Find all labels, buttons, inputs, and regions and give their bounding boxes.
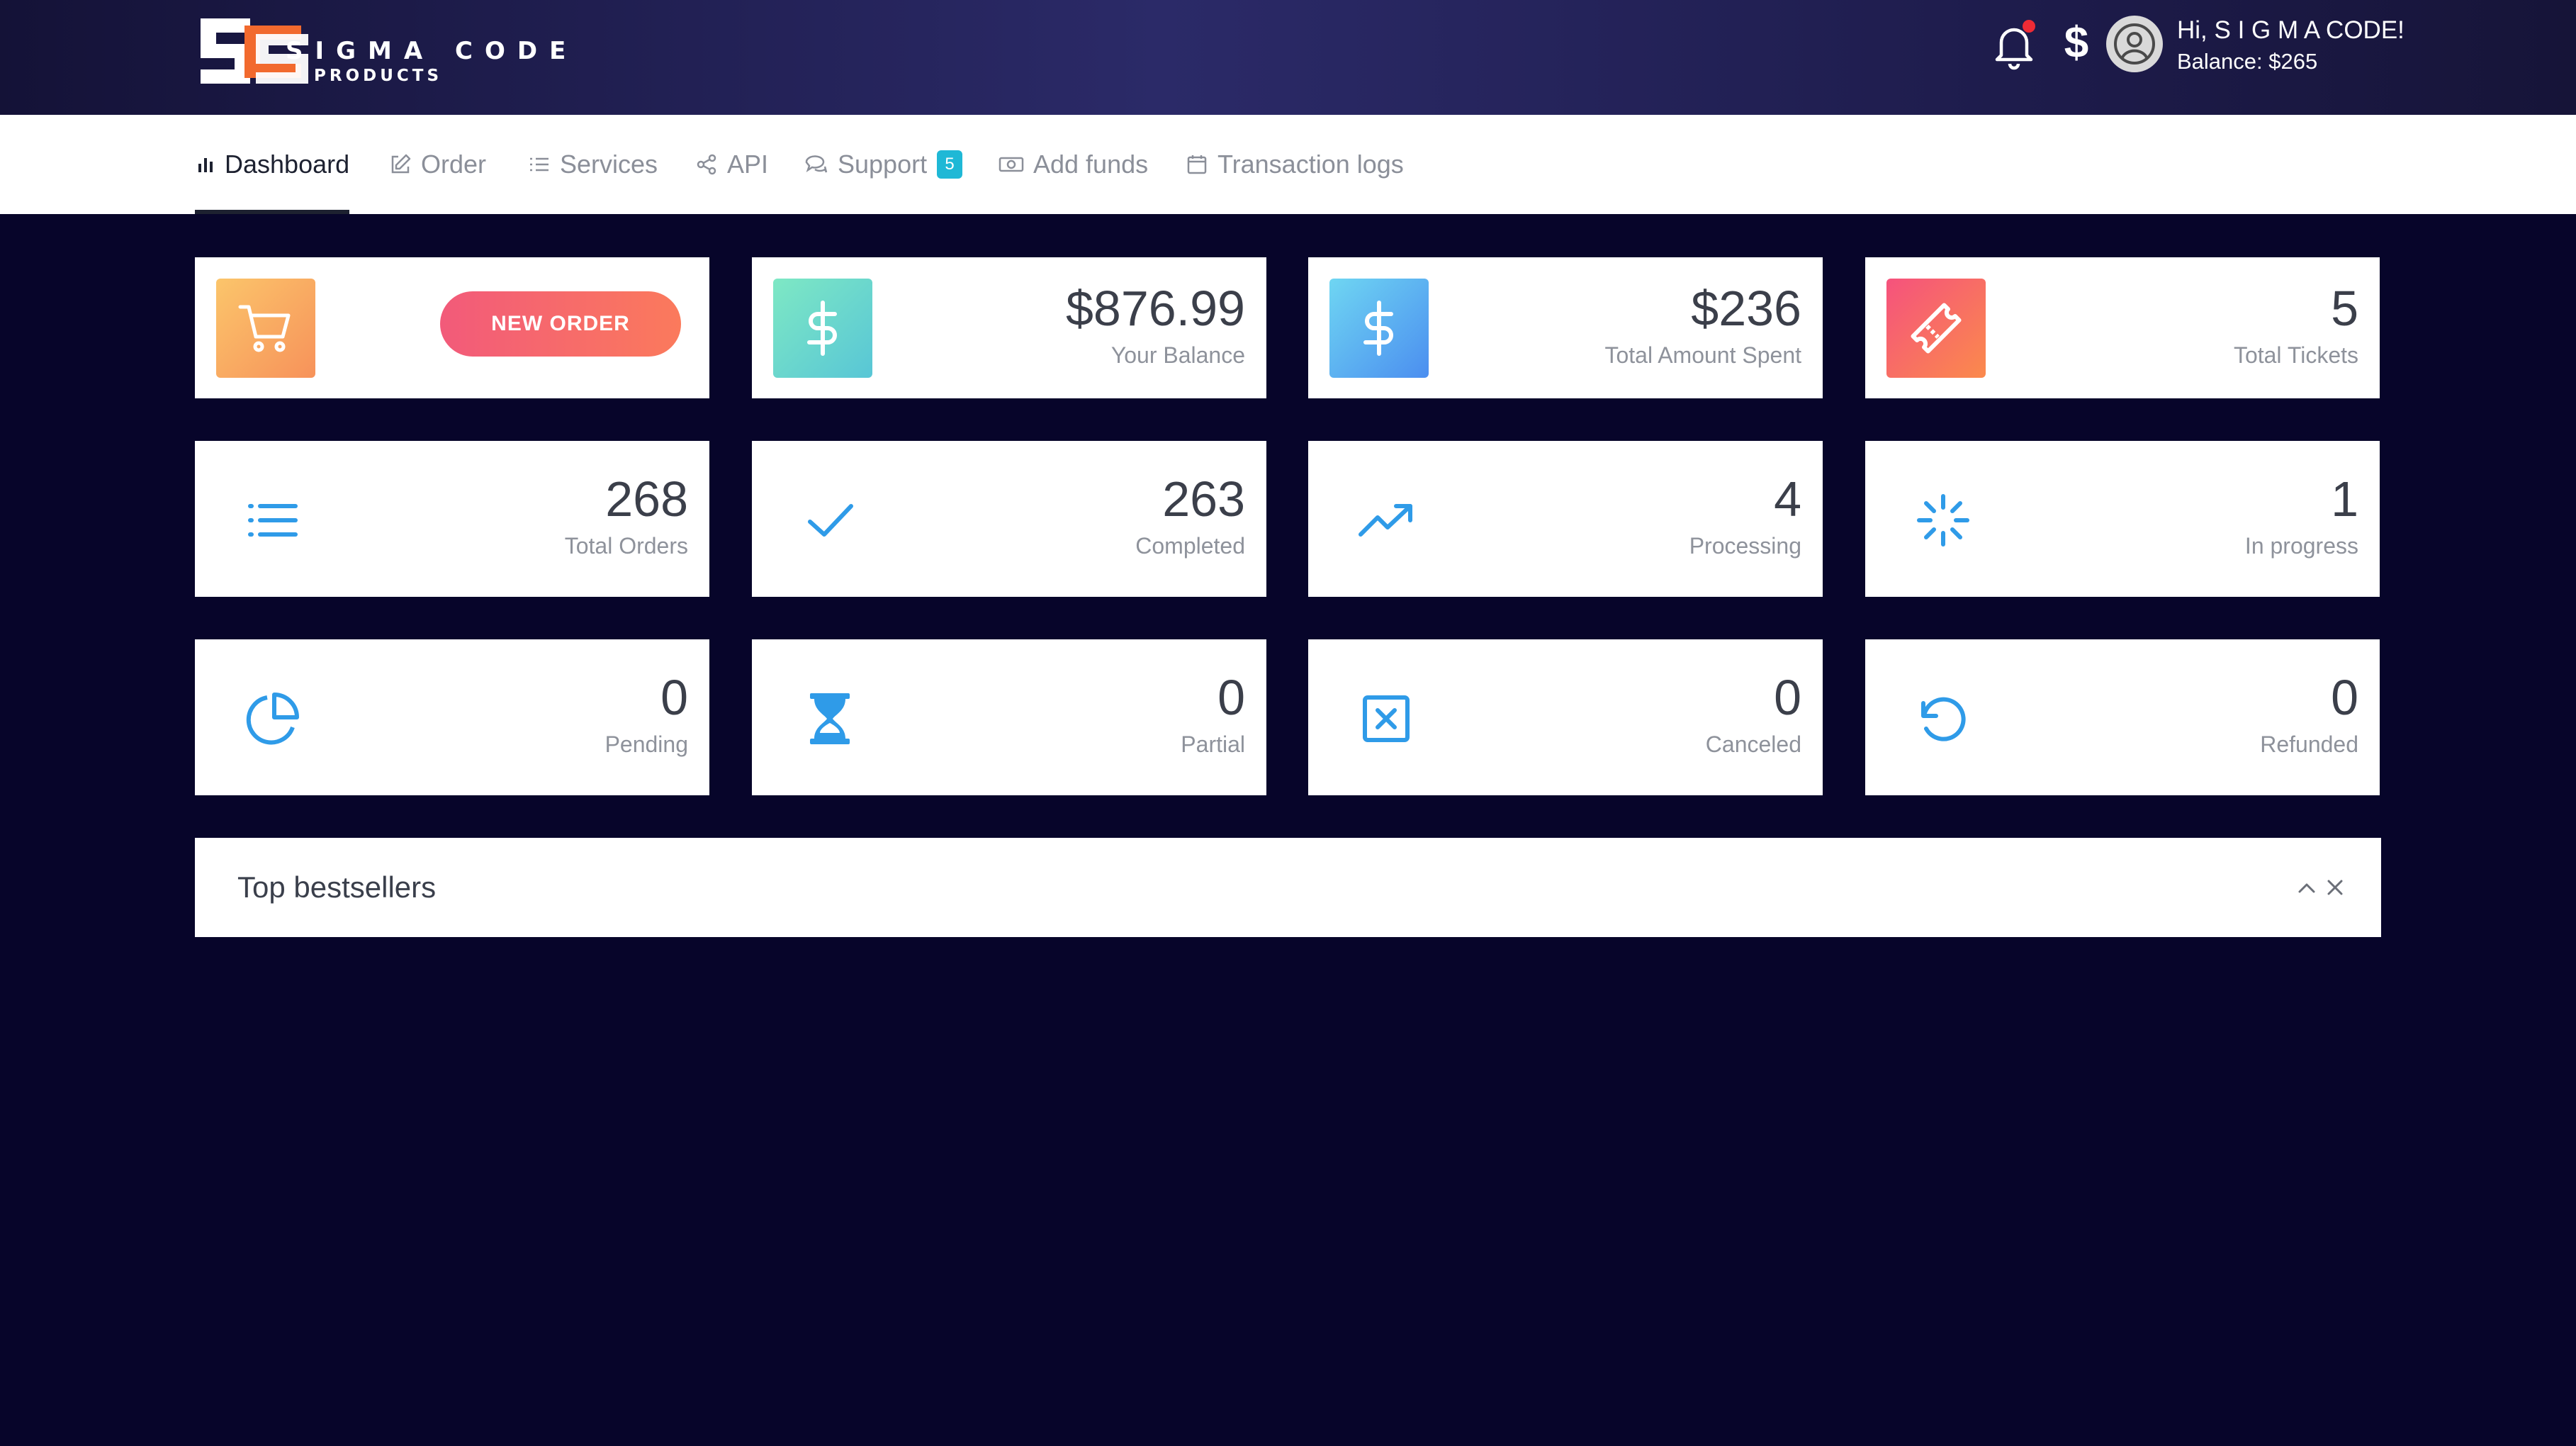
stat-value: 0: [660, 670, 688, 725]
nav-label: API: [727, 150, 769, 179]
brand-name: SIGMA CODE: [286, 37, 578, 65]
nav-label: Dashboard: [225, 150, 350, 179]
rotate-ccw-icon: [1921, 697, 1966, 741]
refunded-card[interactable]: 0 Refunded: [1865, 639, 2380, 795]
nav-label: Transaction logs: [1217, 150, 1404, 179]
support-badge: 5: [937, 150, 963, 179]
cash-icon: [999, 157, 1024, 172]
nav-dashboard[interactable]: Dashboard: [195, 115, 350, 214]
notification-dot: [2023, 20, 2035, 33]
dollar-icon: [1363, 301, 1393, 356]
pie-chart-icon: [246, 693, 299, 745]
spent-card: $236 Total Amount Spent: [1308, 257, 1823, 398]
nav-label: Services: [560, 150, 658, 179]
stat-value: 0: [2331, 670, 2358, 725]
spent-value: $236: [1691, 281, 1801, 336]
completed-card[interactable]: 263 Completed: [752, 441, 1266, 597]
main-nav: Dashboard Order Services API Support 5 A…: [0, 115, 2576, 214]
dollar-icon[interactable]: $: [2059, 18, 2094, 68]
x-square-icon: [1363, 695, 1410, 742]
calendar-icon: [1187, 155, 1207, 174]
stat-label: Pending: [604, 732, 688, 757]
user-info[interactable]: Hi, S I G M A CODE! Balance: $265: [2177, 14, 2405, 77]
stat-label: Canceled: [1705, 732, 1801, 757]
hourglass-icon: [810, 693, 850, 744]
top-bestsellers-panel: Top bestsellers: [195, 838, 2381, 937]
stat-value: 263: [1162, 471, 1245, 527]
tickets-label: Total Tickets: [2233, 342, 2358, 368]
stat-value: 4: [1774, 471, 1801, 527]
balance-label: Your Balance: [1110, 342, 1245, 368]
new-order-button[interactable]: NEW ORDER: [440, 291, 681, 357]
bar-chart-icon: [198, 158, 213, 172]
tickets-card: 5 Total Tickets: [1865, 257, 2380, 398]
nav-api[interactable]: API: [694, 115, 768, 214]
stat-value: 0: [1217, 670, 1245, 725]
nav-label: Support: [838, 150, 928, 179]
nav-label: Add funds: [1033, 150, 1149, 179]
stat-value: 268: [605, 471, 688, 527]
user-greeting: Hi, S I G M A CODE!: [2177, 16, 2405, 44]
partial-card[interactable]: 0 Partial: [752, 639, 1266, 795]
chevron-up-icon[interactable]: [2293, 873, 2321, 902]
pending-card[interactable]: 0 Pending: [195, 639, 709, 795]
trending-up-icon: [1359, 504, 1412, 537]
brand-logo[interactable]: SIGMA CODE PRODUCTS: [195, 13, 566, 91]
stat-value: 0: [1774, 670, 1801, 725]
cart-tile: [216, 279, 315, 378]
nav-add-funds[interactable]: Add funds: [998, 115, 1148, 214]
nav-services[interactable]: Services: [527, 115, 658, 214]
stat-label: Processing: [1689, 533, 1801, 559]
spent-tile: [1329, 279, 1429, 378]
total-orders-card[interactable]: 268 Total Orders: [195, 441, 709, 597]
in-progress-card[interactable]: 1 In progress: [1865, 441, 2380, 597]
balance-tile: [773, 279, 872, 378]
balance-card: $876.99 Your Balance: [752, 257, 1266, 398]
ticket-icon: [1911, 303, 1962, 354]
check-icon: [808, 504, 853, 537]
stat-value: 1: [2331, 471, 2358, 527]
nav-transaction-logs[interactable]: Transaction logs: [1185, 115, 1404, 214]
spent-label: Total Amount Spent: [1604, 342, 1801, 368]
balance-value: $876.99: [1065, 281, 1245, 336]
list-icon: [248, 504, 298, 537]
stat-label: Completed: [1135, 533, 1245, 559]
brand-subtitle: PRODUCTS: [314, 67, 443, 85]
user-balance: Balance: $265: [2177, 49, 2318, 74]
dollar-icon: [807, 301, 837, 356]
chat-icon: [805, 155, 828, 173]
top-header: SIGMA CODE PRODUCTS $ Hi, S I G M A CODE…: [0, 0, 2576, 115]
tickets-value: 5: [2331, 281, 2358, 336]
avatar[interactable]: [2106, 16, 2163, 72]
close-icon[interactable]: [2321, 873, 2349, 902]
tickets-tile: [1886, 279, 1986, 378]
share-icon: [697, 154, 716, 175]
stat-label: In progress: [2244, 533, 2358, 559]
stat-label: Total Orders: [564, 533, 688, 559]
panel-title: Top bestsellers: [237, 870, 437, 904]
list-icon: [530, 157, 549, 172]
stat-label: Refunded: [2260, 732, 2358, 757]
loader-icon: [1917, 494, 1969, 547]
new-order-card: NEW ORDER: [195, 257, 709, 398]
stat-label: Partial: [1181, 732, 1245, 757]
edit-icon: [391, 154, 411, 174]
canceled-card[interactable]: 0 Canceled: [1308, 639, 1823, 795]
user-circle-icon: [2114, 23, 2155, 65]
nav-order[interactable]: Order: [388, 115, 486, 214]
processing-card[interactable]: 4 Processing: [1308, 441, 1823, 597]
cart-icon: [238, 305, 291, 352]
nav-label: Order: [421, 150, 487, 179]
nav-support[interactable]: Support 5: [804, 115, 963, 214]
